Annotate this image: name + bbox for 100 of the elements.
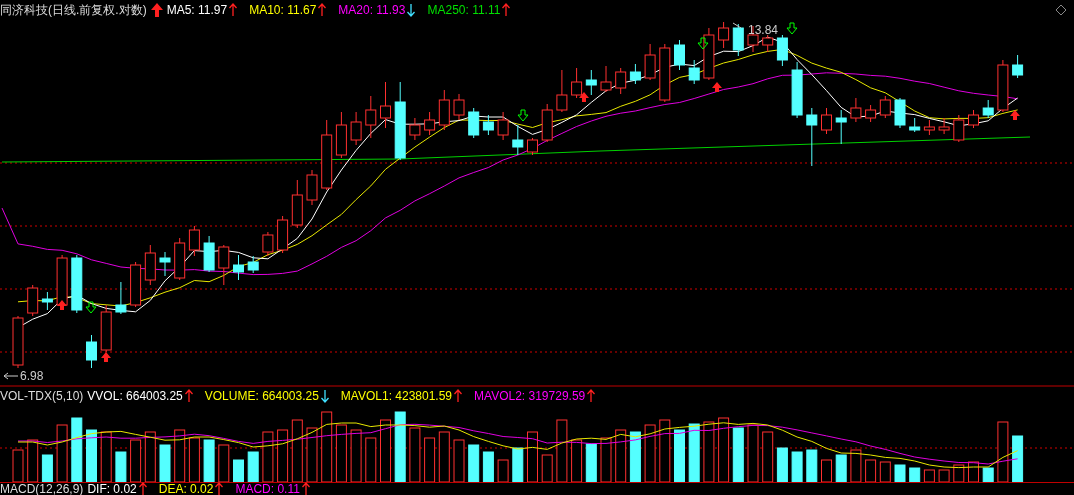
candlestick <box>438 89 450 131</box>
volume-bar <box>100 431 112 483</box>
candlestick <box>879 95 891 119</box>
volume-bar <box>806 449 818 483</box>
candlestick <box>424 111 436 136</box>
volume-bar <box>821 459 832 483</box>
up-arrow-icon <box>215 482 224 495</box>
volume-bar <box>350 429 362 483</box>
up-arrow-icon <box>229 3 238 17</box>
candlestick <box>556 69 568 113</box>
candlestick <box>791 61 803 119</box>
scroll-indicator-icon <box>1056 5 1066 15</box>
volume-bar <box>277 429 289 483</box>
volume-bar <box>453 439 465 483</box>
candlestick <box>850 97 862 123</box>
candlestick <box>953 114 965 143</box>
volume-bar <box>497 459 509 483</box>
candlestick <box>27 284 39 317</box>
candlestick <box>174 237 186 281</box>
volume-bar <box>56 424 68 483</box>
volume-bar <box>585 443 597 483</box>
candlestick <box>615 67 627 95</box>
low-price-label: 6.98 <box>20 369 44 383</box>
volume-bar <box>233 459 244 483</box>
volume-bar <box>615 429 627 483</box>
candlestick <box>335 111 347 159</box>
candlestick <box>688 59 700 85</box>
volume-bar <box>835 454 847 483</box>
volume-bar <box>674 429 685 483</box>
candlestick <box>571 67 583 99</box>
candlestick <box>968 109 979 129</box>
candlestick <box>277 215 289 254</box>
up-arrow-icon <box>579 92 589 102</box>
volume-bar <box>27 439 39 483</box>
volume-bar <box>174 429 186 483</box>
down-arrow-icon <box>697 37 709 50</box>
candlestick <box>306 169 318 206</box>
volume-bar <box>321 411 333 483</box>
indicator-value: MAVOL1: 423801.59 <box>340 390 453 402</box>
indicator-value: VOLUME: 664003.25 <box>204 390 319 402</box>
candlestick <box>674 39 685 71</box>
candlestick <box>938 117 950 135</box>
volume-bar <box>600 437 612 483</box>
candlestick <box>12 315 24 369</box>
up-arrow-icon <box>502 3 511 17</box>
candlestick <box>233 254 244 281</box>
up-arrow-icon <box>712 82 722 92</box>
volume-bar <box>438 431 450 483</box>
up-arrow-icon <box>138 482 147 495</box>
volume-bar <box>203 439 215 483</box>
candlestick <box>218 244 230 286</box>
volume-bar <box>659 419 671 483</box>
volume-bar <box>482 451 494 483</box>
candlestick <box>86 334 97 369</box>
candlestick <box>923 119 935 136</box>
candlestick <box>512 124 524 156</box>
volume-bar <box>894 464 906 483</box>
indicator-value: MAVOL2: 319729.59 <box>474 390 586 402</box>
volume-bar <box>380 419 391 483</box>
candlestick <box>585 69 597 96</box>
candlestick <box>482 114 494 136</box>
down-arrow-icon <box>786 22 798 35</box>
candlestick <box>703 27 715 81</box>
candlestick <box>835 109 847 145</box>
volume-bar <box>41 454 53 483</box>
volume-bar <box>262 431 274 483</box>
candlestick <box>453 93 465 121</box>
candlestick <box>159 251 171 277</box>
candlestick <box>541 103 553 143</box>
volume-bar <box>335 424 347 483</box>
up-arrow-icon <box>301 482 310 495</box>
candlestick <box>350 111 362 146</box>
volume-bar <box>306 427 318 483</box>
indicator-value: DEA: 0.02 <box>158 483 214 495</box>
up-arrow-icon <box>57 300 67 310</box>
candlestick <box>821 107 832 135</box>
up-arrow-icon <box>101 352 111 362</box>
volume-bar <box>218 444 230 483</box>
candlestick <box>644 43 656 81</box>
volume-bar <box>71 417 83 483</box>
candlestick <box>497 111 509 141</box>
volume-bar <box>541 454 553 483</box>
up-arrow-icon <box>454 389 463 403</box>
volume-bar <box>247 451 259 483</box>
volume-bar <box>424 437 436 483</box>
candlestick <box>600 65 612 93</box>
volume-bar <box>12 449 24 483</box>
indicator-value: MA10: 11.67 <box>249 4 317 16</box>
candlestick <box>894 97 906 129</box>
candlestick <box>262 231 274 257</box>
indicator-value: MA250: 11.11 <box>427 4 501 16</box>
candlestick <box>1012 54 1024 79</box>
up-arrow-icon <box>1010 110 1020 120</box>
candlestick <box>56 254 68 309</box>
candlestick <box>203 235 215 273</box>
candlestick <box>409 117 421 141</box>
volume-bar <box>409 427 421 483</box>
volume-bar <box>86 429 97 483</box>
candlestick <box>659 43 671 103</box>
candlestick <box>732 23 744 57</box>
